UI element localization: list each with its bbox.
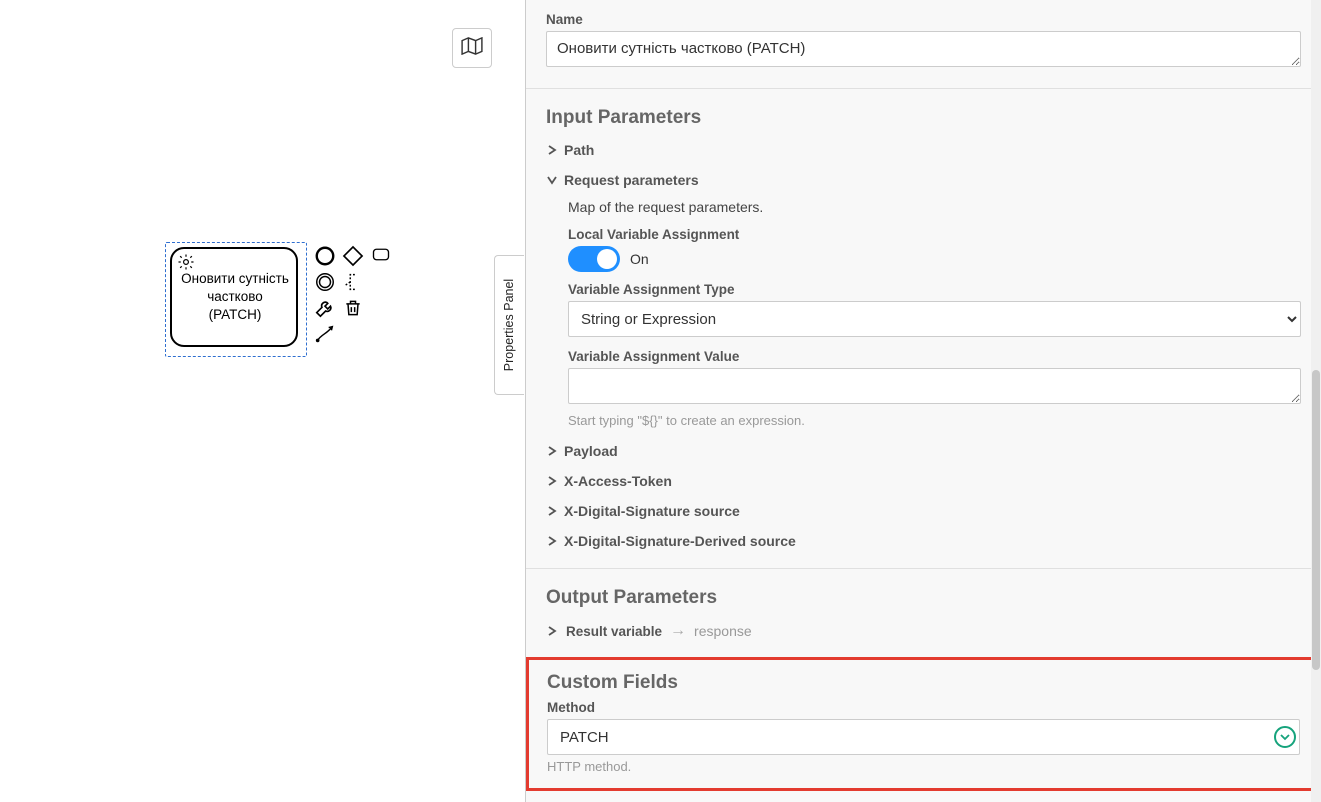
var-value-hint: Start typing "${}" to create an expressi… bbox=[568, 413, 1301, 428]
trash-icon[interactable] bbox=[342, 297, 364, 319]
chevron-right-icon[interactable] bbox=[546, 625, 558, 637]
connect-icon[interactable] bbox=[314, 323, 336, 345]
path-toggle[interactable]: Path bbox=[546, 135, 1301, 165]
bpmn-service-task[interactable]: Оновити сутність частково (PATCH) bbox=[170, 247, 298, 347]
properties-panel-tab-label: Properties Panel bbox=[503, 279, 517, 371]
var-type-label: Variable Assignment Type bbox=[568, 282, 1301, 297]
intermediate-event-icon[interactable] bbox=[314, 271, 336, 293]
payload-label: Payload bbox=[564, 443, 618, 459]
canvas-area[interactable]: Оновити сутність частково (PATCH) bbox=[0, 0, 525, 802]
xdigsigd-label: X-Digital-Signature-Derived source bbox=[564, 533, 796, 549]
local-var-toggle[interactable] bbox=[568, 246, 620, 272]
local-var-state: On bbox=[630, 251, 649, 267]
gear-icon bbox=[177, 253, 195, 271]
custom-fields-title: Custom Fields bbox=[547, 672, 1300, 694]
chevron-right-icon bbox=[546, 475, 558, 487]
request-params-desc: Map of the request parameters. bbox=[568, 199, 1301, 215]
input-parameters-title: Input Parameters bbox=[546, 107, 1301, 129]
end-event-icon[interactable] bbox=[314, 245, 336, 267]
map-icon bbox=[461, 37, 483, 60]
custom-fields-highlight: Custom Fields Method PATCH HTTP method. bbox=[526, 657, 1321, 791]
name-label: Name bbox=[546, 12, 1301, 27]
method-hint: HTTP method. bbox=[547, 759, 1300, 774]
local-var-label: Local Variable Assignment bbox=[568, 227, 1301, 242]
context-pad bbox=[314, 245, 392, 345]
var-type-select[interactable]: String or Expression bbox=[568, 301, 1301, 337]
xdigsig-toggle[interactable]: X-Digital-Signature source bbox=[546, 496, 1301, 526]
task-icon[interactable] bbox=[370, 245, 392, 267]
request-params-toggle[interactable]: Request parameters bbox=[546, 165, 1301, 195]
gateway-icon[interactable] bbox=[342, 245, 364, 267]
method-label: Method bbox=[547, 700, 1300, 715]
minimap-button[interactable] bbox=[452, 28, 492, 68]
result-var-value: response bbox=[694, 623, 752, 639]
chevron-right-icon bbox=[546, 445, 558, 457]
wrench-icon[interactable] bbox=[314, 297, 336, 319]
properties-panel: Name Input Parameters Path Request param… bbox=[525, 0, 1321, 802]
chevron-down-icon bbox=[546, 174, 558, 186]
chevron-right-icon bbox=[546, 505, 558, 517]
name-input[interactable] bbox=[546, 31, 1301, 67]
method-select[interactable]: PATCH bbox=[547, 719, 1300, 755]
arrow-right-icon: → bbox=[670, 622, 686, 640]
bpmn-node-selection[interactable]: Оновити сутність частково (PATCH) bbox=[165, 242, 307, 357]
bpmn-node-label: Оновити сутність частково (PATCH) bbox=[180, 270, 290, 325]
scrollbar-thumb[interactable] bbox=[1312, 370, 1320, 670]
xaccess-toggle[interactable]: X-Access-Token bbox=[546, 466, 1301, 496]
properties-panel-tab[interactable]: Properties Panel bbox=[494, 255, 524, 395]
xaccess-label: X-Access-Token bbox=[564, 473, 672, 489]
xdigsigd-toggle[interactable]: X-Digital-Signature-Derived source bbox=[546, 526, 1301, 556]
var-value-input[interactable] bbox=[568, 368, 1301, 404]
scrollbar-vertical[interactable] bbox=[1311, 0, 1321, 802]
path-label: Path bbox=[564, 142, 594, 158]
output-parameters-title: Output Parameters bbox=[546, 587, 1301, 609]
payload-toggle[interactable]: Payload bbox=[546, 436, 1301, 466]
toggle-knob bbox=[597, 249, 617, 269]
annotation-icon[interactable] bbox=[342, 271, 364, 293]
xdigsig-label: X-Digital-Signature source bbox=[564, 503, 740, 519]
request-params-label: Request parameters bbox=[564, 172, 699, 188]
chevron-right-icon bbox=[546, 144, 558, 156]
result-var-label[interactable]: Result variable bbox=[566, 624, 662, 639]
chevron-right-icon bbox=[546, 535, 558, 547]
var-value-label: Variable Assignment Value bbox=[568, 349, 1301, 364]
